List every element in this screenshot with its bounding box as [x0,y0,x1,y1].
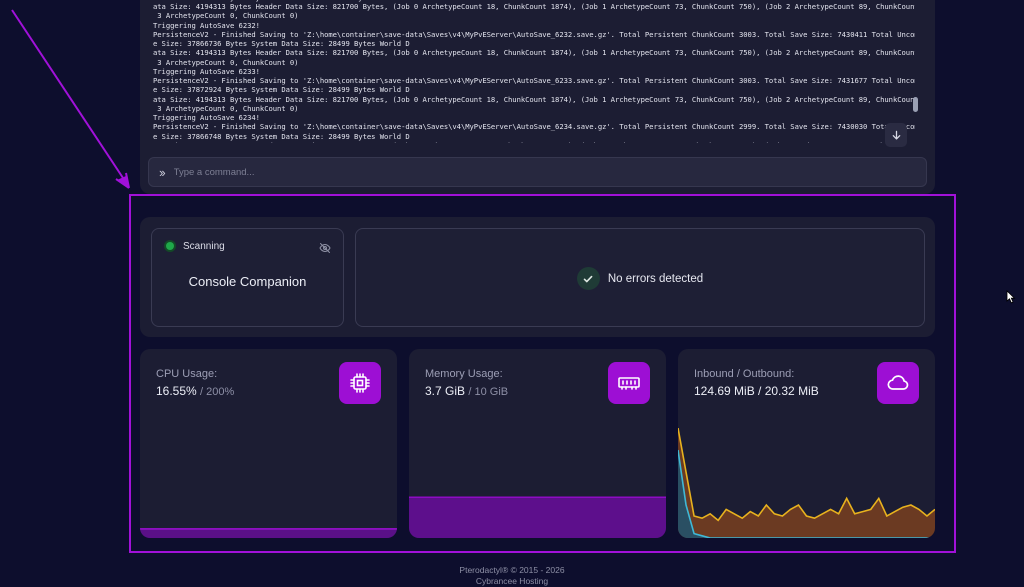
companion-status-card: Scanning Console Companion [151,228,344,327]
memory-usage-limit: / 10 GiB [468,386,509,398]
cpu-usage-graph [140,528,397,538]
console-line: Triggering AutoSave 6232! [153,20,260,30]
network-graph [678,428,935,538]
console-line: 3 ArchetypeCount 0, ChunkCount 0) [153,11,299,21]
network-value: 124.69 MiB / 20.32 MiB [694,384,819,398]
companion-title: Console Companion [188,274,307,289]
annotation-arrow [11,9,130,189]
cpu-usage-area [140,528,397,538]
memory-usage-value: 3.7 GiB / 10 GiB [425,384,508,398]
console-line: Triggering AutoSave 6233! [153,66,260,76]
check-icon [576,267,600,290]
console-line: e Size: 37866748 Bytes System Data Size:… [153,131,410,141]
cpu-chip-icon [339,362,381,404]
memory-usage-area [409,497,666,538]
console-line: ata Size: 4194313 Bytes Header Data Size… [153,2,915,11]
memory-usage-card: Memory Usage: 3.7 GiB / 10 GiB [409,349,666,538]
memory-usage-graph [409,496,666,538]
chevrons-right-icon: ›› [159,164,166,180]
console-line: ata Size: 4194313 Bytes Header Data Size… [153,48,915,58]
command-input-box[interactable]: ›› [148,157,927,187]
command-input[interactable] [173,166,926,178]
footer-copyright: Pterodactyl® © 2015 - 2026 [459,565,565,575]
eye-off-icon[interactable] [319,241,331,259]
network-label: Inbound / Outbound: [694,368,795,380]
errors-status-text: No errors detected [607,272,704,285]
console-line: PersistenceV2 - Finished Saving to 'Z:\h… [153,29,915,39]
memory-usage-label: Memory Usage: [425,368,503,380]
inbound-area [678,428,935,538]
footer: Pterodactyl® © 2015 - 2026 Cybrancee Hos… [0,565,1024,587]
console-line: e Size: 37872924 Bytes System Data Size:… [153,85,410,95]
memory-icon [608,362,650,404]
scroll-to-bottom-button[interactable] [885,123,907,147]
errors-card: No errors detected [355,228,925,327]
cpu-usage-label: CPU Usage: [156,368,218,380]
cloud-icon [877,362,919,404]
mouse-cursor-icon [1006,290,1016,304]
cpu-usage-limit: / 200% [200,386,235,398]
cpu-usage-value: 16.55% / 200% [156,384,234,398]
console-line: ata Size: 4194313 Bytes Header Data Size… [153,141,915,143]
console-line: ata Size: 4194313 Bytes Header Data Size… [153,94,915,104]
status-indicator [166,242,174,250]
console-output: e Size: 37878158 Bytes System Data Size:… [153,0,915,143]
arrow-down-icon [892,130,900,140]
console-scrollbar[interactable] [913,97,918,112]
status-text: Scanning [183,241,225,252]
cpu-usage-card: CPU Usage: 16.55% / 200% [140,349,397,538]
memory-usage-current: 3.7 GiB [425,384,466,398]
console-line: 3 ArchetypeCount 0, ChunkCount 0) [153,57,299,67]
console-line: 3 ArchetypeCount 0, ChunkCount 0) [153,103,299,113]
network-card: Inbound / Outbound: 124.69 MiB / 20.32 M… [678,349,935,538]
footer-host: Cybrancee Hosting [475,576,549,586]
console-line: e Size: 37866736 Bytes System Data Size:… [153,39,410,48]
console-line: PersistenceV2 - Finished Saving to 'Z:\h… [153,76,915,85]
cpu-usage-current: 16.55% [156,384,197,398]
inbound-line [678,428,935,522]
console-line: Triggering AutoSave 6234! [153,113,260,122]
console-line: PersistenceV2 - Finished Saving to 'Z:\h… [153,122,915,132]
